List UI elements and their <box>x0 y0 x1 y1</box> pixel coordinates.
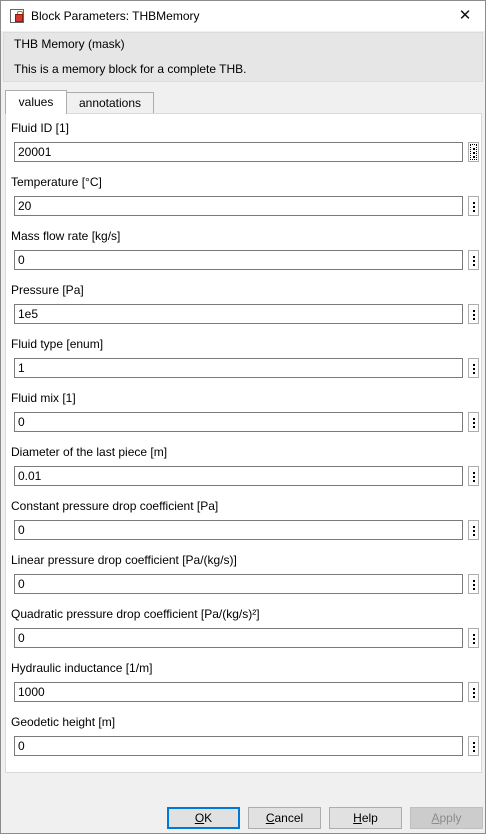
tab-values[interactable]: values <box>5 90 67 114</box>
more-options-icon[interactable] <box>468 412 479 432</box>
fluid-mix-field[interactable] <box>14 412 463 432</box>
mask-title: THB Memory (mask) <box>14 37 125 51</box>
values-panel: Fluid ID [1] Temperature [°C] Mass flow … <box>5 113 482 773</box>
param-label: Fluid type [enum] <box>11 337 104 351</box>
apply-mnemonic: A <box>431 811 440 825</box>
cancel-button[interactable]: Cancel <box>248 807 321 829</box>
more-options-icon[interactable] <box>468 736 479 756</box>
quadratic-pressure-drop-field[interactable] <box>14 628 463 648</box>
param-label: Constant pressure drop coefficient [Pa] <box>11 499 219 513</box>
param-label: Diameter of the last piece [m] <box>11 445 168 459</box>
fluid-type-field[interactable] <box>14 358 463 378</box>
constant-pressure-drop-field[interactable] <box>14 520 463 540</box>
param-mass-flow-rate: Mass flow rate [kg/s] <box>10 229 480 283</box>
hydraulic-inductance-field[interactable] <box>14 682 463 702</box>
param-label: Geodetic height [m] <box>11 715 116 729</box>
param-label: Fluid ID [1] <box>11 121 70 135</box>
param-hydraulic-inductance: Hydraulic inductance [1/m] <box>10 661 480 715</box>
ok-button[interactable]: OK <box>167 807 240 829</box>
param-label: Fluid mix [1] <box>11 391 76 405</box>
cancel-label: ancel <box>274 811 304 825</box>
fluid-id-field[interactable] <box>14 142 463 162</box>
temperature-field[interactable] <box>14 196 463 216</box>
param-constant-pressure-drop: Constant pressure drop coefficient [Pa] <box>10 499 480 553</box>
param-quadratic-pressure-drop: Quadratic pressure drop coefficient [Pa/… <box>10 607 480 661</box>
ok-mnemonic: O <box>194 811 205 825</box>
more-options-icon[interactable] <box>468 520 479 540</box>
mass-flow-rate-field[interactable] <box>14 250 463 270</box>
param-label: Mass flow rate [kg/s] <box>11 229 121 243</box>
help-button[interactable]: Help <box>329 807 402 829</box>
more-options-icon[interactable] <box>468 250 479 270</box>
more-options-icon[interactable] <box>468 466 479 486</box>
more-options-icon[interactable] <box>468 682 479 702</box>
help-mnemonic: H <box>353 811 362 825</box>
apply-label: pply <box>439 811 462 825</box>
mask-description: This is a memory block for a complete TH… <box>14 62 247 76</box>
param-fluid-mix: Fluid mix [1] <box>10 391 480 445</box>
param-pressure: Pressure [Pa] <box>10 283 480 337</box>
pressure-field[interactable] <box>14 304 463 324</box>
param-linear-pressure-drop: Linear pressure drop coefficient [Pa/(kg… <box>10 553 480 607</box>
param-fluid-id: Fluid ID [1] <box>10 121 480 175</box>
more-options-icon[interactable] <box>468 196 479 216</box>
more-options-icon[interactable] <box>468 628 479 648</box>
param-label: Hydraulic inductance [1/m] <box>11 661 153 675</box>
param-label: Temperature [°C] <box>11 175 102 189</box>
block-parameters-icon <box>10 9 24 23</box>
more-options-icon[interactable] <box>468 304 479 324</box>
param-geodetic-height: Geodetic height [m] <box>10 715 480 769</box>
param-label: Pressure [Pa] <box>11 283 84 297</box>
window-title: Block Parameters: THBMemory <box>31 9 200 23</box>
dialog-window: Block Parameters: THBMemory ✕ THB Memory… <box>0 0 486 834</box>
apply-button[interactable]: Apply <box>410 807 483 829</box>
close-icon[interactable]: ✕ <box>445 1 485 31</box>
diameter-field[interactable] <box>14 466 463 486</box>
more-options-icon[interactable] <box>468 574 479 594</box>
linear-pressure-drop-field[interactable] <box>14 574 463 594</box>
ok-label: K <box>204 811 213 825</box>
param-label: Quadratic pressure drop coefficient [Pa/… <box>11 607 260 621</box>
param-fluid-type: Fluid type [enum] <box>10 337 480 391</box>
help-label: elp <box>361 811 378 825</box>
param-temperature: Temperature [°C] <box>10 175 480 229</box>
geodetic-height-field[interactable] <box>14 736 463 756</box>
title-bar[interactable]: Block Parameters: THBMemory ✕ <box>1 1 485 31</box>
more-options-icon[interactable] <box>468 358 479 378</box>
mask-description-group: THB Memory (mask) This is a memory block… <box>3 32 483 82</box>
param-diameter: Diameter of the last piece [m] <box>10 445 480 499</box>
tab-annotations[interactable]: annotations <box>66 92 154 113</box>
param-label: Linear pressure drop coefficient [Pa/(kg… <box>11 553 237 567</box>
more-options-icon[interactable] <box>468 142 479 162</box>
